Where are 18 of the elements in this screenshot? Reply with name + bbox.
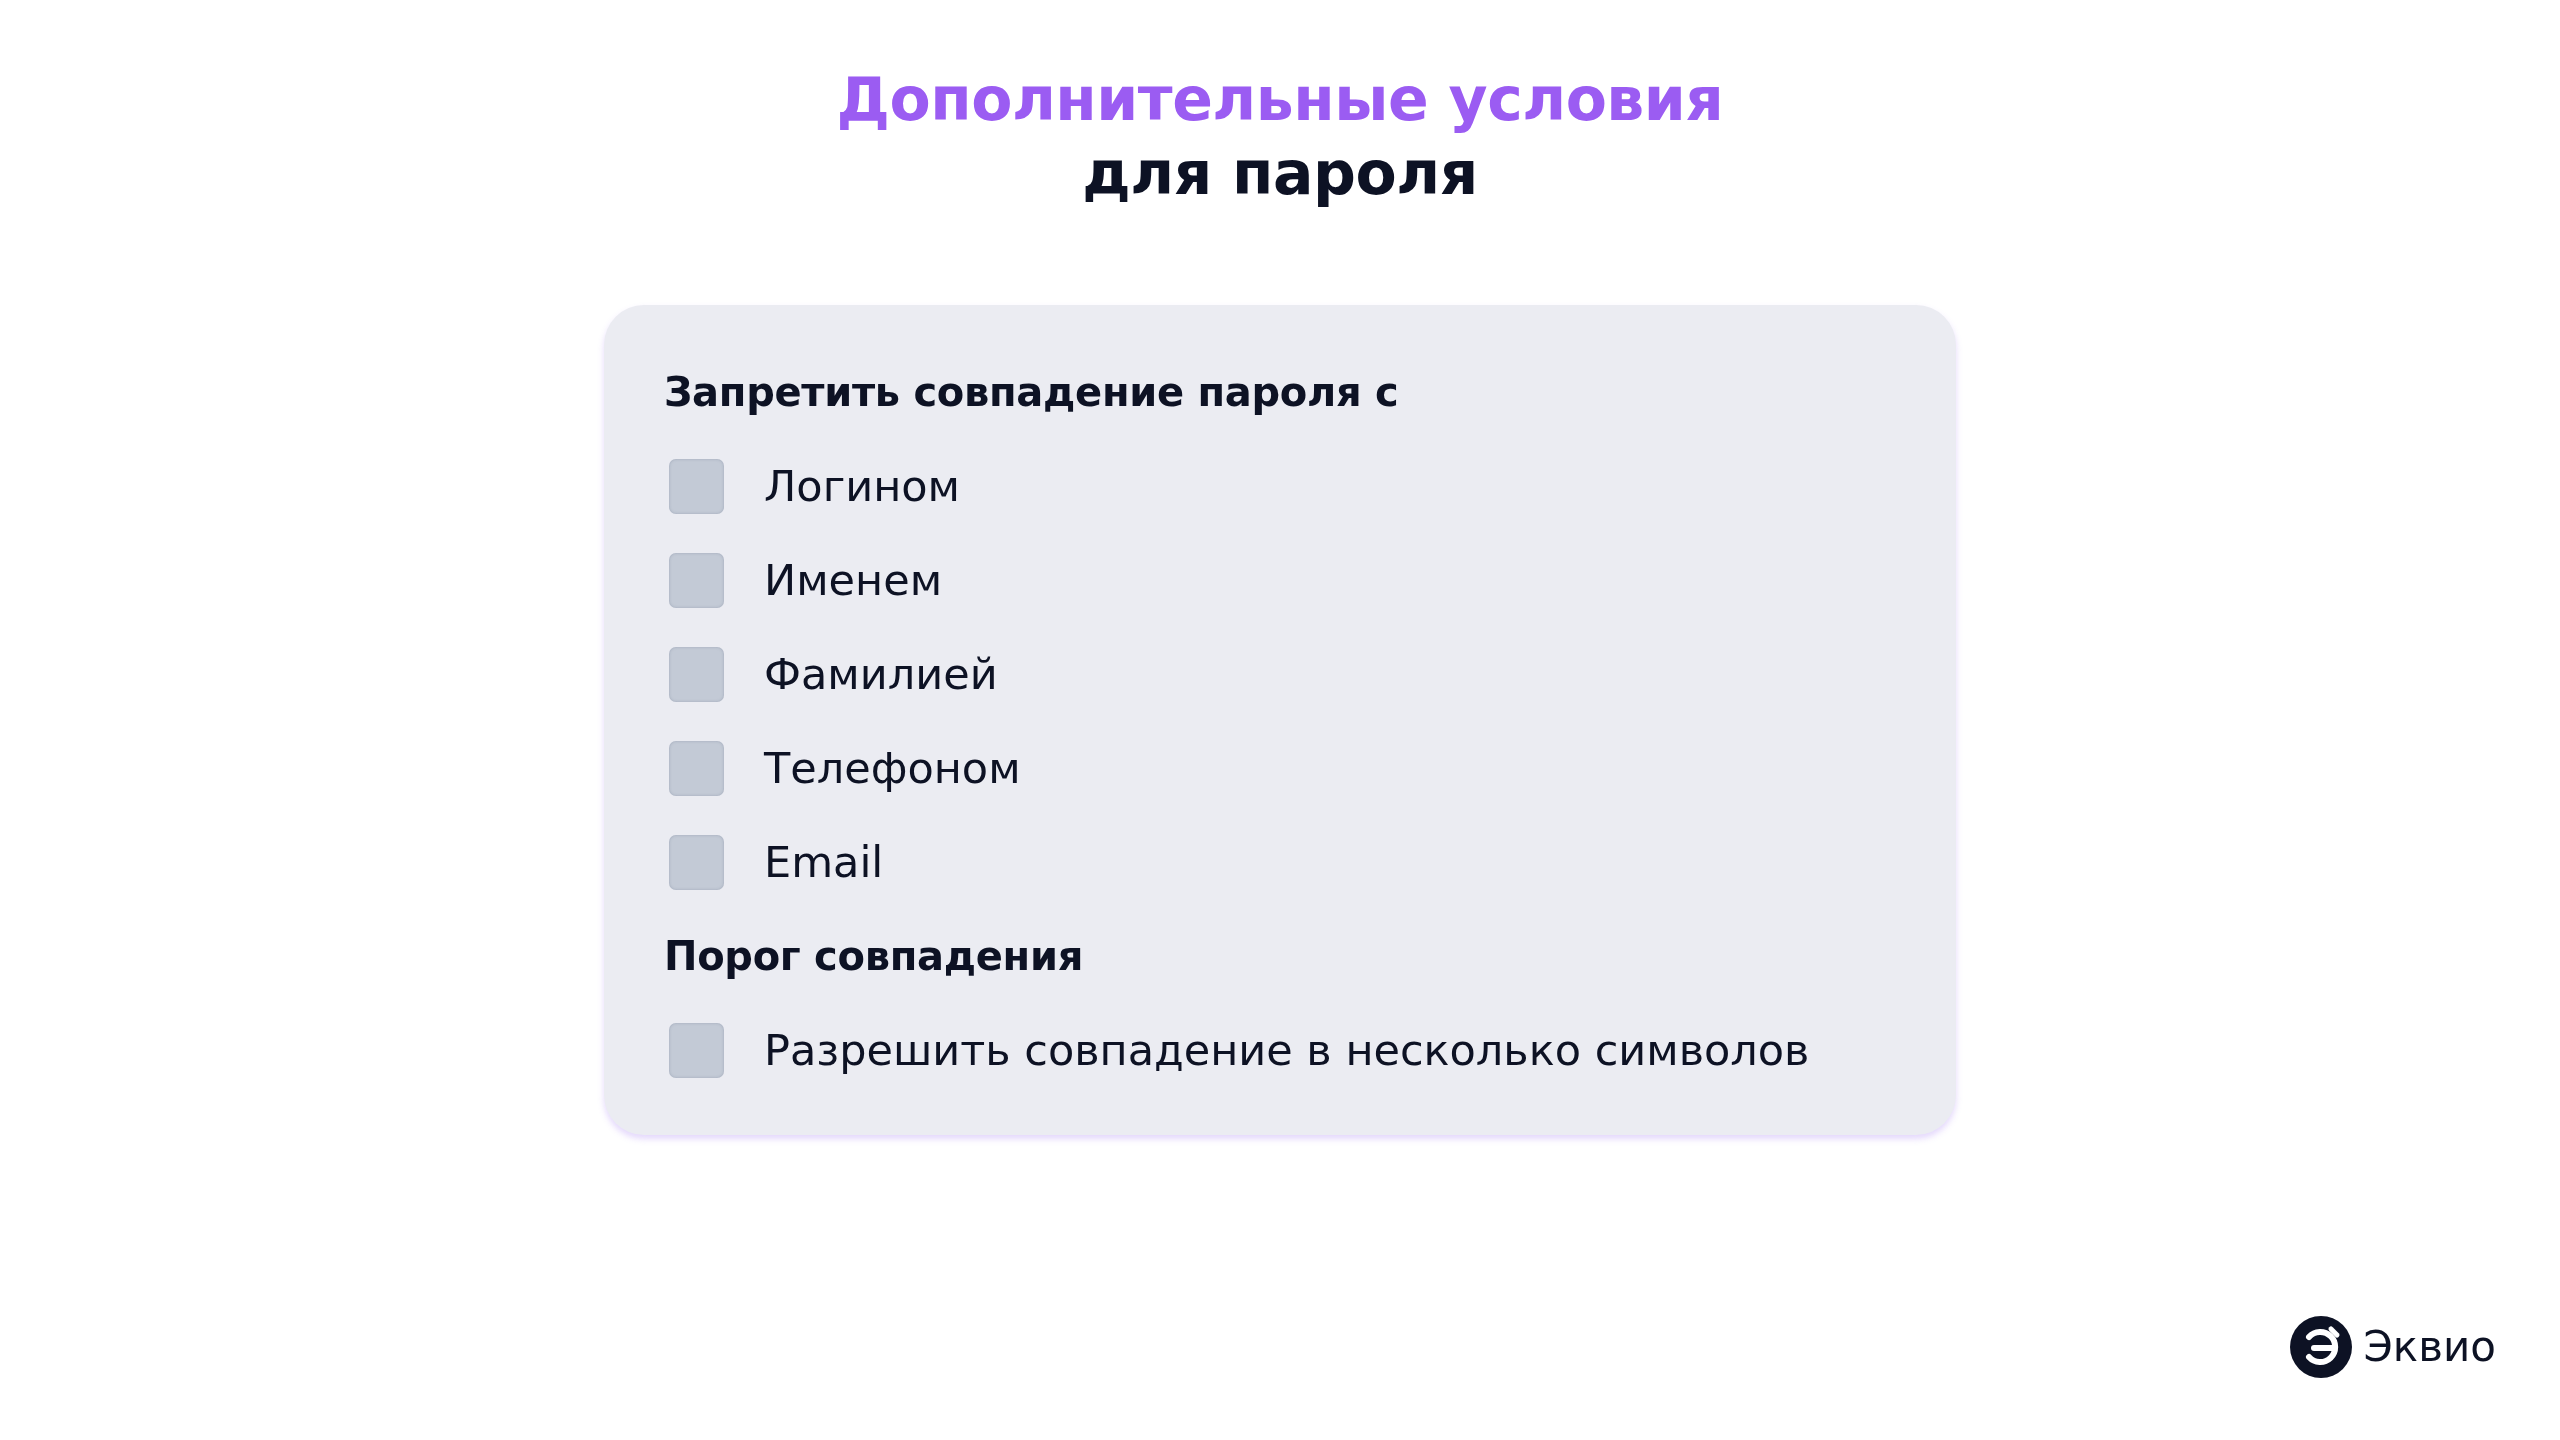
checkbox-label[interactable]: Разрешить совпадение в несколько символов [764, 1022, 1810, 1078]
section-heading: Порог совпадения [664, 932, 1084, 981]
checkbox-label[interactable]: Логином [764, 458, 961, 514]
checkbox-label[interactable]: Фамилией [764, 646, 998, 702]
checkbox[interactable] [669, 552, 724, 608]
checkbox-label[interactable]: Email [764, 834, 884, 890]
section-heading: Запретить совпадение пароля с [664, 368, 1400, 417]
checkbox-label[interactable]: Телефоном [764, 740, 1021, 796]
checkbox[interactable] [669, 458, 724, 514]
title-accent: Дополнительные условия [836, 63, 1724, 136]
checkbox-label[interactable]: Именем [764, 552, 943, 608]
logo-text: Эквио [2363, 1322, 2496, 1372]
checkbox[interactable] [669, 834, 724, 890]
logo-icon [2289, 1316, 2352, 1378]
checkbox[interactable] [669, 646, 724, 702]
title: для пароля [1082, 137, 1478, 210]
checkbox[interactable] [669, 740, 724, 796]
checkbox[interactable] [669, 1022, 724, 1078]
